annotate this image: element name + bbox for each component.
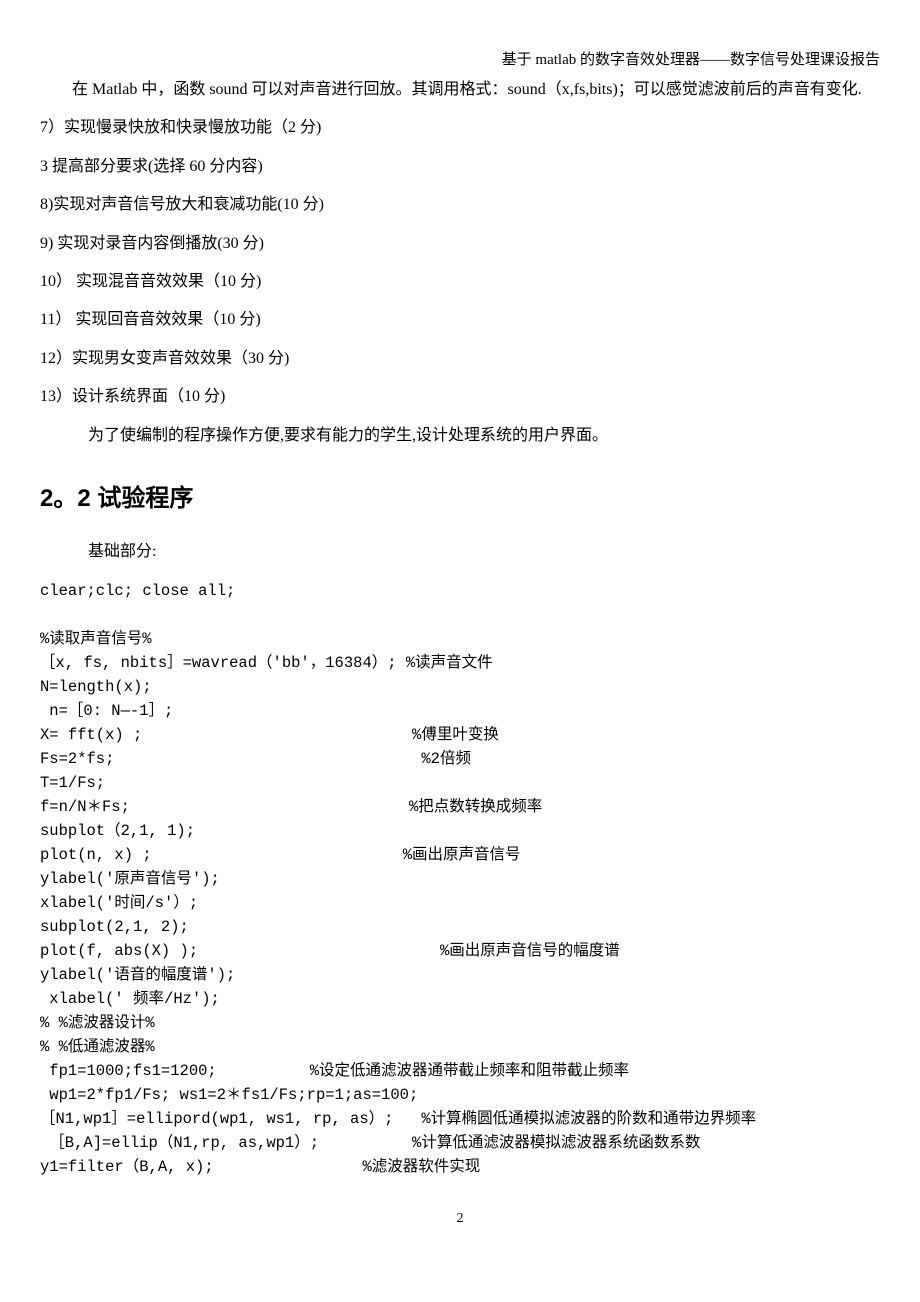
item-7: 7）实现慢录快放和快录慢放功能（2 分) [40,117,880,139]
page-number: 2 [40,1209,880,1229]
page-header: 基于 matlab 的数字音效处理器——数字信号处理课设报告 [40,50,880,71]
item-12: 12）实现男女变声音效效果（30 分) [40,348,880,370]
item-10: 10） 实现混音音效效果（10 分) [40,271,880,293]
item-3-heading: 3 提高部分要求(选择 60 分内容) [40,156,880,178]
paragraph-intro: 在 Matlab 中，函数 sound 可以对声音进行回放。其调用格式：soun… [40,79,880,101]
item-11: 11） 实现回音音效效果（10 分) [40,309,880,331]
paragraph-ui-note: 为了使编制的程序操作方便,要求有能力的学生,设计处理系统的用户界面。 [40,425,880,447]
item-13: 13）设计系统界面（10 分) [40,386,880,408]
base-part-label: 基础部分: [40,541,880,563]
item-8: 8)实现对声音信号放大和衰减功能(10 分) [40,194,880,216]
section-title: 2。2 试验程序 [40,482,880,516]
code-block: clear;clc; close all; %读取声音信号% ［x, fs, n… [40,579,880,1179]
item-9: 9) 实现对录音内容倒播放(30 分) [40,233,880,255]
